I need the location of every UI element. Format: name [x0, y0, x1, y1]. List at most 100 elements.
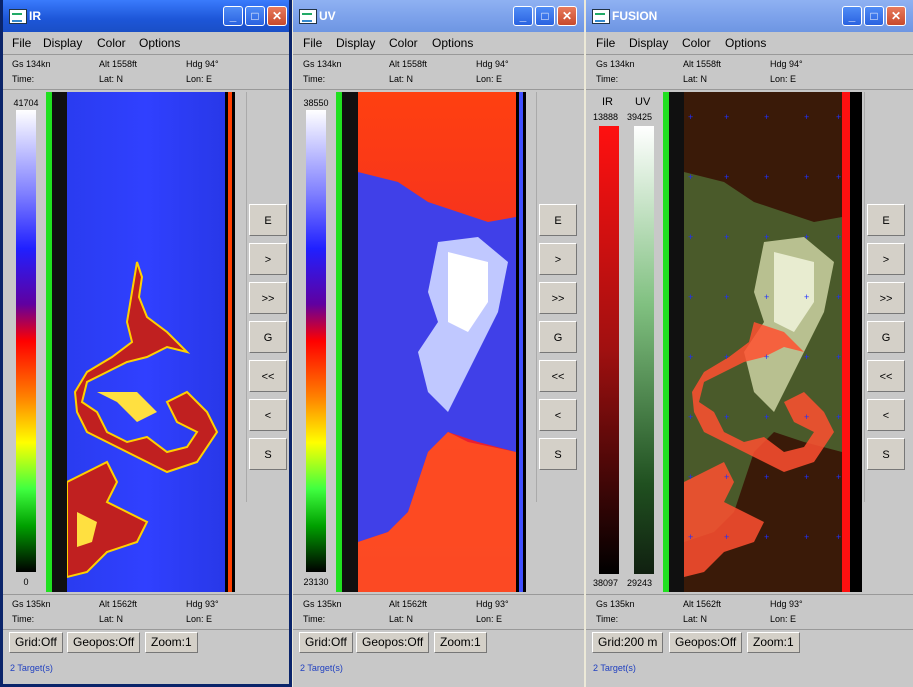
altitude: Alt 1562ft	[683, 599, 722, 609]
menu-options[interactable]: Options	[139, 36, 180, 50]
latitude: Lat: N	[389, 614, 414, 624]
ir-menubar: File Display Color Options	[3, 32, 289, 54]
scale-bar	[306, 110, 326, 572]
minimize-icon[interactable]: _	[513, 6, 533, 26]
menu-color[interactable]: Color	[682, 36, 711, 50]
uv-menubar: File Display Color Options	[293, 32, 584, 54]
svg-text:+: +	[724, 292, 729, 302]
nav-button-prev[interactable]: <	[249, 399, 287, 431]
dark-stripe	[52, 92, 67, 592]
svg-text:+: +	[688, 352, 693, 362]
uv-scale-max: 39425	[627, 112, 653, 122]
nav-button-s[interactable]: S	[867, 438, 905, 470]
scale-bar	[16, 110, 36, 572]
ir-titlebar[interactable]: IR _ □ ✕	[3, 0, 289, 32]
scale-min: 0	[23, 577, 29, 587]
scale-min: 23130	[303, 577, 329, 587]
svg-text:+: +	[836, 232, 841, 242]
close-icon[interactable]: ✕	[886, 6, 906, 26]
svg-text:+: +	[688, 232, 693, 242]
grid-button[interactable]: Grid:200 m	[592, 632, 664, 653]
close-icon[interactable]: ✕	[557, 6, 577, 26]
svg-text:+: +	[764, 352, 769, 362]
zoom-button[interactable]: Zoom:1	[747, 632, 800, 653]
ir-bottom-info: Gs 135kn Alt 1562ft Hdg 93° Time: Lat: N…	[3, 594, 289, 630]
app-icon	[592, 9, 610, 24]
nav-button-g[interactable]: G	[539, 321, 577, 353]
menu-file[interactable]: File	[303, 36, 322, 50]
nav-button-s[interactable]: S	[539, 438, 577, 470]
menu-color[interactable]: Color	[97, 36, 126, 50]
target-count: 2 Target(s)	[300, 663, 343, 673]
nav-button-next[interactable]: >	[539, 243, 577, 275]
maximize-icon[interactable]: □	[245, 6, 265, 26]
app-icon	[299, 9, 317, 24]
menu-display[interactable]: Display	[43, 36, 82, 50]
zoom-button[interactable]: Zoom:1	[434, 632, 487, 653]
nav-button-prev[interactable]: <	[539, 399, 577, 431]
menu-file[interactable]: File	[12, 36, 31, 50]
nav-button-g[interactable]: G	[867, 321, 905, 353]
menu-file[interactable]: File	[596, 36, 615, 50]
zoom-button[interactable]: Zoom:1	[145, 632, 198, 653]
uv-scale-min: 29243	[627, 578, 653, 588]
nav-button-rewind[interactable]: <<	[867, 360, 905, 392]
longitude: Lon: E	[476, 74, 503, 84]
grid-button[interactable]: Grid:Off	[299, 632, 353, 653]
heading: Hdg 93°	[476, 599, 509, 609]
nav-button-s[interactable]: S	[249, 438, 287, 470]
menu-display[interactable]: Display	[336, 36, 375, 50]
nav-button-next[interactable]: >	[867, 243, 905, 275]
nav-button-fast-forward[interactable]: >>	[249, 282, 287, 314]
nav-button-e[interactable]: E	[867, 204, 905, 236]
nav-button-g[interactable]: G	[249, 321, 287, 353]
geopos-button[interactable]: Geopos:Off	[67, 632, 141, 653]
target-count: 2 Target(s)	[593, 663, 636, 673]
ir-scale-bar	[599, 126, 619, 574]
minimize-icon[interactable]: _	[842, 6, 862, 26]
nav-button-fast-forward[interactable]: >>	[539, 282, 577, 314]
fusion-scales: IR UV 13888 39425 38097 29243	[590, 94, 662, 592]
blue-stripe	[516, 92, 526, 592]
nav-button-next[interactable]: >	[249, 243, 287, 275]
latitude: Lat: N	[99, 74, 124, 84]
ground-speed: Gs 134kn	[596, 59, 635, 69]
uv-bottom-info: Gs 135kn Alt 1562ft Hdg 93° Time: Lat: N…	[293, 594, 584, 630]
longitude: Lon: E	[186, 74, 213, 84]
uv-sensor-image[interactable]	[358, 92, 516, 592]
scale-max: 41704	[13, 98, 39, 108]
ir-image-canvas	[67, 92, 225, 592]
grid-button[interactable]: Grid:Off	[9, 632, 63, 653]
fusion-titlebar[interactable]: FUSION _ □ ✕	[586, 0, 913, 32]
altitude: Alt 1562ft	[389, 599, 428, 609]
nav-button-prev[interactable]: <	[867, 399, 905, 431]
altitude: Alt 1558ft	[683, 59, 722, 69]
dark-stripe	[342, 92, 358, 592]
time: Time:	[303, 74, 326, 84]
menu-display[interactable]: Display	[629, 36, 668, 50]
minimize-icon[interactable]: _	[223, 6, 243, 26]
nav-button-rewind[interactable]: <<	[249, 360, 287, 392]
geopos-button[interactable]: Geopos:Off	[356, 632, 430, 653]
nav-button-e[interactable]: E	[249, 204, 287, 236]
nav-button-e[interactable]: E	[539, 204, 577, 236]
ground-speed: Gs 135kn	[12, 599, 51, 609]
geopos-button[interactable]: Geopos:Off	[669, 632, 743, 653]
latitude: Lat: N	[683, 74, 708, 84]
menu-options[interactable]: Options	[725, 36, 766, 50]
close-icon[interactable]: ✕	[267, 6, 287, 26]
svg-text:+: +	[688, 412, 693, 422]
maximize-icon[interactable]: □	[864, 6, 884, 26]
menu-color[interactable]: Color	[389, 36, 418, 50]
menu-options[interactable]: Options	[432, 36, 473, 50]
fusion-sensor-image[interactable]: + + + + + + + + + + + + + + + + + + + + + + + + + + + + + + + + + +…	[684, 92, 842, 592]
ir-top-info: Gs 134kn Alt 1558ft Hdg 94° Time: Lat: N…	[3, 54, 289, 90]
ir-sensor-image[interactable]	[67, 92, 225, 592]
ir-scale-min: 38097	[593, 578, 619, 588]
ground-speed: Gs 135kn	[303, 599, 342, 609]
maximize-icon[interactable]: □	[535, 6, 555, 26]
nav-button-rewind[interactable]: <<	[539, 360, 577, 392]
heading: Hdg 94°	[186, 59, 219, 69]
nav-button-fast-forward[interactable]: >>	[867, 282, 905, 314]
uv-titlebar[interactable]: UV _ □ ✕	[293, 0, 584, 32]
